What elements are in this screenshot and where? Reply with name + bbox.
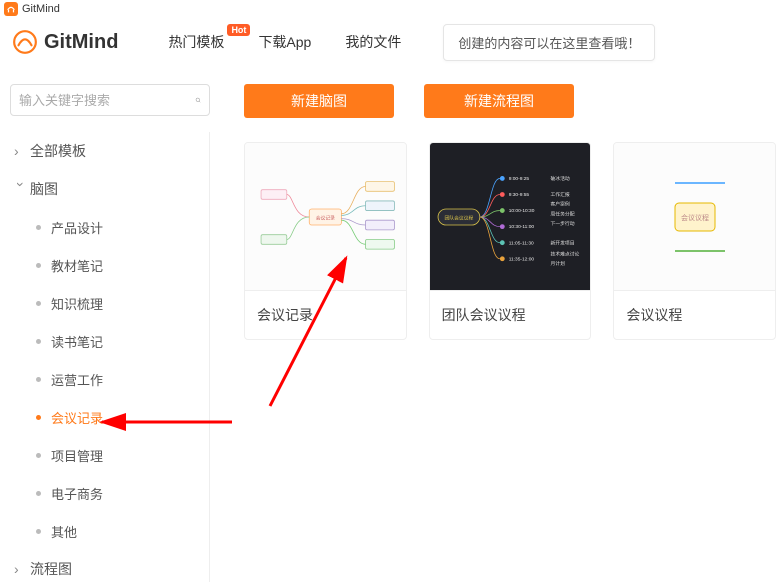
sidebar-item-label: 流程图 — [30, 559, 72, 579]
sidebar-item-label: 会议记录 — [51, 408, 103, 427]
sidebar-item-label: 运营工作 — [51, 370, 103, 389]
svg-text:10:00-10:30: 10:00-10:30 — [508, 208, 534, 214]
sidebar-item-other[interactable]: 其他 — [30, 512, 209, 550]
window-title: GitMind — [22, 3, 60, 15]
nav-item-label: 我的文件 — [345, 34, 401, 50]
sidebar-item-label: 产品设计 — [51, 218, 103, 237]
template-thumb: 会议记录 — [245, 143, 406, 291]
hot-badge: Hot — [227, 24, 250, 36]
nav-my-files[interactable]: 我的文件 — [345, 32, 401, 52]
main: 新建脑图 新建流程图 会议记录 — [220, 66, 776, 582]
sidebar-mindmap-children: 产品设计 教材笔记 知识梳理 读书笔记 运营工作 会议记录 项目管理 电子商务 … — [10, 208, 209, 550]
sidebar-mindmap[interactable]: › 脑图 — [10, 170, 209, 208]
sidebar-all-templates[interactable]: › 全部模板 — [10, 132, 209, 170]
svg-text:9:00-9:25: 9:00-9:25 — [508, 176, 529, 182]
nav-download-app[interactable]: 下载App — [258, 32, 311, 52]
tip-text: 创建的内容可以在这里查看哦！ — [458, 36, 640, 51]
sidebar-item-label: 电子商务 — [51, 484, 103, 503]
left-column: › 全部模板 › 脑图 产品设计 教材笔记 知识梳理 读书笔记 运营工作 会议记… — [0, 66, 220, 582]
chevron-right-icon: › — [14, 561, 28, 577]
new-flowchart-button[interactable]: 新建流程图 — [424, 84, 574, 118]
template-title: 团队会议议程 — [430, 291, 591, 339]
svg-text:10:30-11:00: 10:30-11:00 — [508, 224, 534, 230]
sidebar-item-meeting-records[interactable]: 会议记录 — [30, 398, 209, 436]
template-card-meeting-agenda[interactable]: 会议议程 会议议程 — [613, 142, 776, 340]
template-title: 会议议程 — [614, 291, 775, 339]
template-title: 会议记录 — [245, 291, 406, 339]
sidebar-tree: › 全部模板 › 脑图 产品设计 教材笔记 知识梳理 读书笔记 运营工作 会议记… — [10, 132, 210, 582]
svg-text:破冰活动: 破冰活动 — [550, 175, 569, 182]
sidebar-item-label: 全部模板 — [30, 141, 86, 161]
sidebar-item-operations[interactable]: 运营工作 — [30, 360, 209, 398]
svg-text:技术难点讨论: 技术难点讨论 — [550, 250, 579, 257]
sidebar-item-label: 其他 — [51, 522, 77, 541]
header: GitMind 热门模板 Hot 下载App 我的文件 创建的内容可以在这里查看… — [0, 18, 776, 66]
sidebar-item-project-mgmt[interactable]: 项目管理 — [30, 436, 209, 474]
template-card-team-agenda[interactable]: 团队会议议程 9:00-9:25 9:30-9:55 10:00-10:30 1… — [429, 142, 592, 340]
svg-text:11:35-12:00: 11:35-12:00 — [508, 256, 534, 262]
template-thumb: 团队会议议程 9:00-9:25 9:30-9:55 10:00-10:30 1… — [430, 143, 591, 291]
chevron-down-icon: › — [13, 182, 29, 196]
brand-name: GitMind — [44, 31, 118, 54]
svg-text:下一步行动: 下一步行动 — [550, 220, 574, 227]
template-cards: 会议记录 会议记录 — [244, 142, 776, 340]
svg-text:月计划: 月计划 — [550, 260, 565, 267]
button-row: 新建脑图 新建流程图 — [244, 84, 776, 118]
nav-item-label: 下载App — [258, 34, 311, 50]
svg-text:新开发项目: 新开发项目 — [550, 239, 574, 246]
brand-logo[interactable]: GitMind — [12, 29, 118, 55]
nav-hot-templates[interactable]: 热门模板 Hot — [168, 32, 224, 52]
chevron-right-icon: › — [14, 143, 28, 159]
sidebar-item-reading-notes[interactable]: 读书笔记 — [30, 322, 209, 360]
sidebar-item-ecommerce[interactable]: 电子商务 — [30, 474, 209, 512]
sidebar-item-knowledge[interactable]: 知识梳理 — [30, 284, 209, 322]
sidebar-item-textbook-notes[interactable]: 教材笔记 — [30, 246, 209, 284]
search-box[interactable] — [10, 84, 210, 116]
sidebar-item-product-design[interactable]: 产品设计 — [30, 208, 209, 246]
content: › 全部模板 › 脑图 产品设计 教材笔记 知识梳理 读书笔记 运营工作 会议记… — [0, 66, 776, 582]
window-titlebar: GitMind — [0, 0, 776, 18]
template-card-meeting-records[interactable]: 会议记录 会议记录 — [244, 142, 407, 340]
svg-text:会议议程: 会议议程 — [681, 213, 709, 222]
sidebar-item-label: 项目管理 — [51, 446, 103, 465]
app-icon — [4, 2, 18, 16]
sidebar-item-label: 知识梳理 — [51, 294, 103, 313]
new-mindmap-button[interactable]: 新建脑图 — [244, 84, 394, 118]
svg-text:11:05-11:30: 11:05-11:30 — [508, 240, 533, 246]
nav-item-label: 热门模板 — [168, 34, 224, 50]
svg-text:工作汇报: 工作汇报 — [550, 191, 569, 198]
search-input[interactable] — [19, 93, 195, 108]
tip-callout: 创建的内容可以在这里查看哦！ — [443, 24, 655, 61]
brand-logo-icon — [12, 29, 38, 55]
search-icon — [195, 92, 201, 108]
svg-text:客户案例: 客户案例 — [550, 200, 569, 207]
template-thumb: 会议议程 — [614, 143, 775, 291]
svg-text:9:30-9:55: 9:30-9:55 — [508, 192, 529, 198]
sidebar-item-label: 脑图 — [30, 179, 58, 199]
svg-text:周任务分配: 周任务分配 — [550, 210, 574, 217]
sidebar-item-label: 读书笔记 — [51, 332, 103, 351]
sidebar-flowchart[interactable]: › 流程图 — [10, 550, 209, 582]
nav: 热门模板 Hot 下载App 我的文件 创建的内容可以在这里查看哦！ — [168, 24, 655, 61]
sidebar-item-label: 教材笔记 — [51, 256, 103, 275]
